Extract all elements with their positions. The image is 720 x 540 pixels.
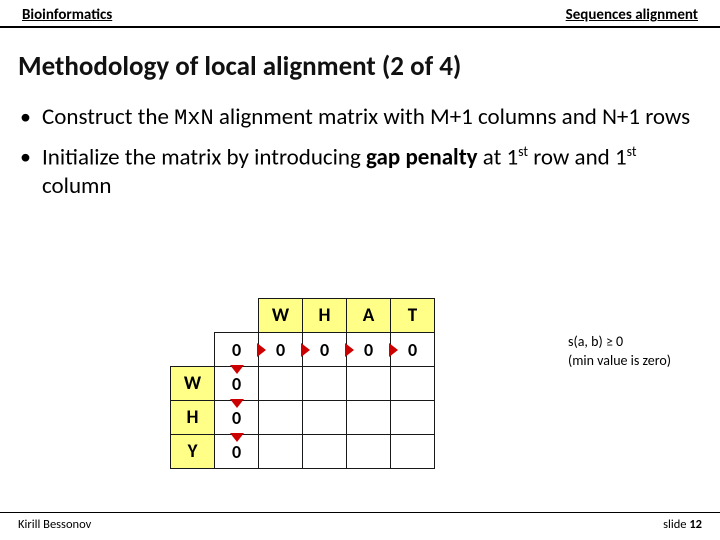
text: row and 1 (528, 143, 627, 171)
bullet-list: Construct the MxN alignment matrix with … (0, 103, 720, 201)
value: 0 (232, 373, 241, 395)
cell (347, 435, 391, 469)
cell (347, 367, 391, 401)
cell (391, 435, 435, 469)
cell (303, 401, 347, 435)
col-header: A (347, 299, 391, 333)
value: 0 (364, 339, 373, 361)
text: Initialize the matrix by introducing (42, 143, 366, 171)
row-header: W (171, 367, 215, 401)
mono-span: MxN (174, 106, 214, 131)
row-header: H (171, 401, 215, 435)
value: 0 (232, 407, 241, 429)
text: Construct the (42, 103, 174, 131)
legend-line: (min value is zero) (568, 352, 671, 371)
col-header: H (303, 299, 347, 333)
arrow-down-icon (230, 365, 244, 374)
empty-cell (215, 299, 259, 333)
bullet-1: Construct the MxN alignment matrix with … (42, 103, 692, 133)
slide-header: Bioinformatics Sequences alignment (0, 0, 720, 28)
table-row: W H A T (171, 299, 435, 333)
value: 0 (232, 339, 241, 361)
slide-title: Methodology of local alignment (2 of 4) (0, 28, 720, 103)
arrow-down-icon (230, 399, 244, 408)
text: column (42, 172, 111, 200)
text: alignment matrix with M+1 columns and N+… (214, 103, 690, 131)
cell (259, 367, 303, 401)
alignment-matrix: W H A T 0 0 0 0 0 W 0 H 0 (170, 298, 435, 469)
table-row: H 0 (171, 401, 435, 435)
cell: 0 (215, 333, 259, 367)
value: 0 (320, 339, 329, 361)
arrow-right-icon (301, 343, 310, 357)
matrix-zone: W H A T 0 0 0 0 0 W 0 H 0 (170, 298, 435, 469)
col-header: W (259, 299, 303, 333)
arrow-down-icon (230, 433, 244, 442)
arrow-right-icon (345, 343, 354, 357)
footer-slide: slide 12 (663, 517, 702, 532)
arrow-right-icon (257, 343, 266, 357)
cell (303, 435, 347, 469)
cell (259, 401, 303, 435)
table-row: W 0 (171, 367, 435, 401)
table-row: Y 0 (171, 435, 435, 469)
cell (303, 367, 347, 401)
text: at 1 (478, 143, 519, 171)
cell (259, 435, 303, 469)
slide-prefix: slide (663, 517, 689, 532)
bold-span: gap penalty (366, 143, 478, 171)
header-left: Bioinformatics (22, 6, 112, 24)
header-right: Sequences alignment (566, 6, 698, 24)
row-header: Y (171, 435, 215, 469)
bullet-2: Initialize the matrix by introducing gap… (42, 143, 692, 201)
empty-cell (171, 299, 215, 333)
footer-author: Kirill Bessonov (18, 517, 91, 532)
cell (347, 401, 391, 435)
sup: st (627, 143, 637, 160)
table-row: 0 0 0 0 0 (171, 333, 435, 367)
col-header: T (391, 299, 435, 333)
cell (391, 367, 435, 401)
slide-number: 12 (689, 517, 702, 532)
cell (391, 401, 435, 435)
legend-line: s(a, b) ≥ 0 (568, 333, 671, 352)
value: 0 (276, 339, 285, 361)
empty-cell (171, 333, 215, 367)
slide-footer: Kirill Bessonov slide 12 (0, 512, 720, 532)
sup: st (518, 143, 528, 160)
arrow-right-icon (389, 343, 398, 357)
legend: s(a, b) ≥ 0 (min value is zero) (568, 333, 671, 371)
